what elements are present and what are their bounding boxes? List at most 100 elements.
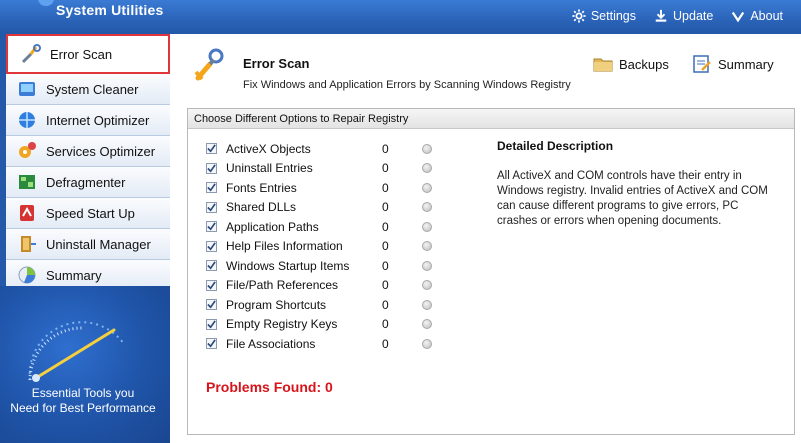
tagline-line-1: Essential Tools you xyxy=(31,386,135,400)
status-dot-icon xyxy=(422,260,432,271)
option-row: Empty Registry Keys 0 xyxy=(206,315,432,335)
option-label: File Associations xyxy=(226,336,316,351)
option-row: Shared DLLs 0 xyxy=(206,198,432,218)
checkmark-icon xyxy=(207,339,216,348)
app-title: System Utilities xyxy=(56,2,164,18)
checkmark-icon xyxy=(207,281,216,290)
option-count: 0 xyxy=(382,219,389,234)
summary-button[interactable]: Summary xyxy=(692,54,774,74)
option-checkbox[interactable] xyxy=(206,182,217,194)
problems-found: Problems Found: 0 xyxy=(206,379,333,395)
sidebar-item-system-cleaner[interactable]: System Cleaner xyxy=(6,74,170,105)
sidebar-item-label: Speed Start Up xyxy=(46,205,135,221)
backups-button[interactable]: Backups xyxy=(593,54,669,74)
option-label: Program Shortcuts xyxy=(226,297,327,312)
checkmark-icon xyxy=(207,261,216,270)
defrag-icon xyxy=(16,171,38,193)
wrench-icon xyxy=(20,43,42,65)
option-checkbox[interactable] xyxy=(206,240,217,252)
option-checkbox[interactable] xyxy=(206,318,217,330)
option-row: Help Files Information 0 xyxy=(206,237,432,257)
option-checkbox[interactable] xyxy=(206,279,217,291)
option-label: ActiveX Objects xyxy=(226,141,311,156)
description-title: Detailed Description xyxy=(497,139,614,153)
option-count: 0 xyxy=(382,180,389,195)
services-gear-icon xyxy=(16,140,38,162)
option-checkbox[interactable] xyxy=(206,299,217,311)
option-label: Windows Startup Items xyxy=(226,258,350,273)
sidebar-item-label: Internet Optimizer xyxy=(46,112,150,128)
checkmark-icon xyxy=(207,320,216,329)
panel-header: Choose Different Options to Repair Regis… xyxy=(188,109,794,129)
speedometer-icon xyxy=(28,321,125,382)
option-checkbox[interactable] xyxy=(206,162,217,174)
description-text: All ActiveX and COM controls have their … xyxy=(497,170,768,227)
sidebar-tagline: Essential Tools you Need for Best Perfor… xyxy=(0,386,166,416)
option-row: Uninstall Entries 0 xyxy=(206,159,432,179)
sidebar-item-label: Summary xyxy=(46,267,102,283)
sidebar-item-error-scan[interactable]: Error Scan xyxy=(6,34,170,74)
option-label: Application Paths xyxy=(226,219,319,234)
sidebar-item-label: Defragmenter xyxy=(46,174,126,190)
download-icon xyxy=(655,9,667,22)
option-row: Fonts Entries 0 xyxy=(206,178,432,198)
sidebar-item-label: System Cleaner xyxy=(46,81,139,97)
settings-label: Settings xyxy=(590,9,637,23)
option-count: 0 xyxy=(382,258,389,273)
status-dot-icon xyxy=(422,241,432,252)
about-label: About xyxy=(750,9,783,23)
option-row: File/Path References 0 xyxy=(206,276,432,296)
status-dot-icon xyxy=(422,143,432,154)
uninstall-icon xyxy=(16,233,38,255)
option-count: 0 xyxy=(382,317,389,332)
option-row: Application Paths 0 xyxy=(206,217,432,237)
checkmark-icon xyxy=(207,300,216,309)
options-panel: Choose Different Options to Repair Regis… xyxy=(187,108,795,435)
option-label: Empty Registry Keys xyxy=(226,317,338,332)
option-row: Program Shortcuts 0 xyxy=(206,295,432,315)
option-checkbox[interactable] xyxy=(206,338,217,350)
report-icon xyxy=(693,55,711,73)
status-dot-icon xyxy=(422,338,432,349)
sidebar-item-services-optimizer[interactable]: Services Optimizer xyxy=(6,136,170,167)
sidebar-item-speed-start-up[interactable]: Speed Start Up xyxy=(6,198,170,229)
update-button[interactable]: Update xyxy=(654,9,713,23)
sidebar-item-uninstall-manager[interactable]: Uninstall Manager xyxy=(6,229,170,260)
main-content: Error Scan Fix Windows and Application E… xyxy=(170,34,801,443)
globe-icon xyxy=(16,109,38,131)
sidebar-item-label: Error Scan xyxy=(50,46,113,62)
tagline-line-2: Need for Best Performance xyxy=(10,401,156,415)
error-scan-icon xyxy=(194,48,224,81)
folder-icon xyxy=(593,58,613,72)
option-count: 0 xyxy=(382,297,389,312)
option-count: 0 xyxy=(382,200,389,215)
option-count: 0 xyxy=(382,336,389,351)
sidebar-item-label: Services Optimizer xyxy=(46,143,156,159)
chevron-down-icon xyxy=(732,11,745,23)
option-label: File/Path References xyxy=(226,278,339,293)
option-checkbox[interactable] xyxy=(206,201,217,213)
sidebar-promo xyxy=(0,286,170,443)
options-list: ActiveX Objects 0 Uninstall Entries 0 Fo… xyxy=(206,139,432,354)
checkmark-icon xyxy=(207,203,216,212)
option-row: ActiveX Objects 0 xyxy=(206,139,432,159)
sidebar-item-defragmenter[interactable]: Defragmenter xyxy=(6,167,170,198)
sidebar-nav: Error Scan System Cleaner Internet Optim… xyxy=(6,34,170,291)
option-checkbox[interactable] xyxy=(206,221,217,233)
about-button[interactable]: About xyxy=(731,9,783,23)
option-count: 0 xyxy=(382,141,389,156)
status-dot-icon xyxy=(422,221,432,232)
summary-label: Summary xyxy=(718,56,774,72)
status-dot-icon xyxy=(422,319,432,330)
backups-label: Backups xyxy=(619,56,669,72)
option-checkbox[interactable] xyxy=(206,260,217,272)
option-label: Help Files Information xyxy=(226,239,343,254)
sidebar-item-internet-optimizer[interactable]: Internet Optimizer xyxy=(6,105,170,136)
settings-button[interactable]: Settings xyxy=(572,9,636,23)
option-label: Uninstall Entries xyxy=(226,161,313,176)
option-checkbox[interactable] xyxy=(206,143,217,155)
option-count: 0 xyxy=(382,239,389,254)
cleaner-icon xyxy=(16,78,38,100)
checkmark-icon xyxy=(207,164,216,173)
option-label: Shared DLLs xyxy=(226,200,297,215)
